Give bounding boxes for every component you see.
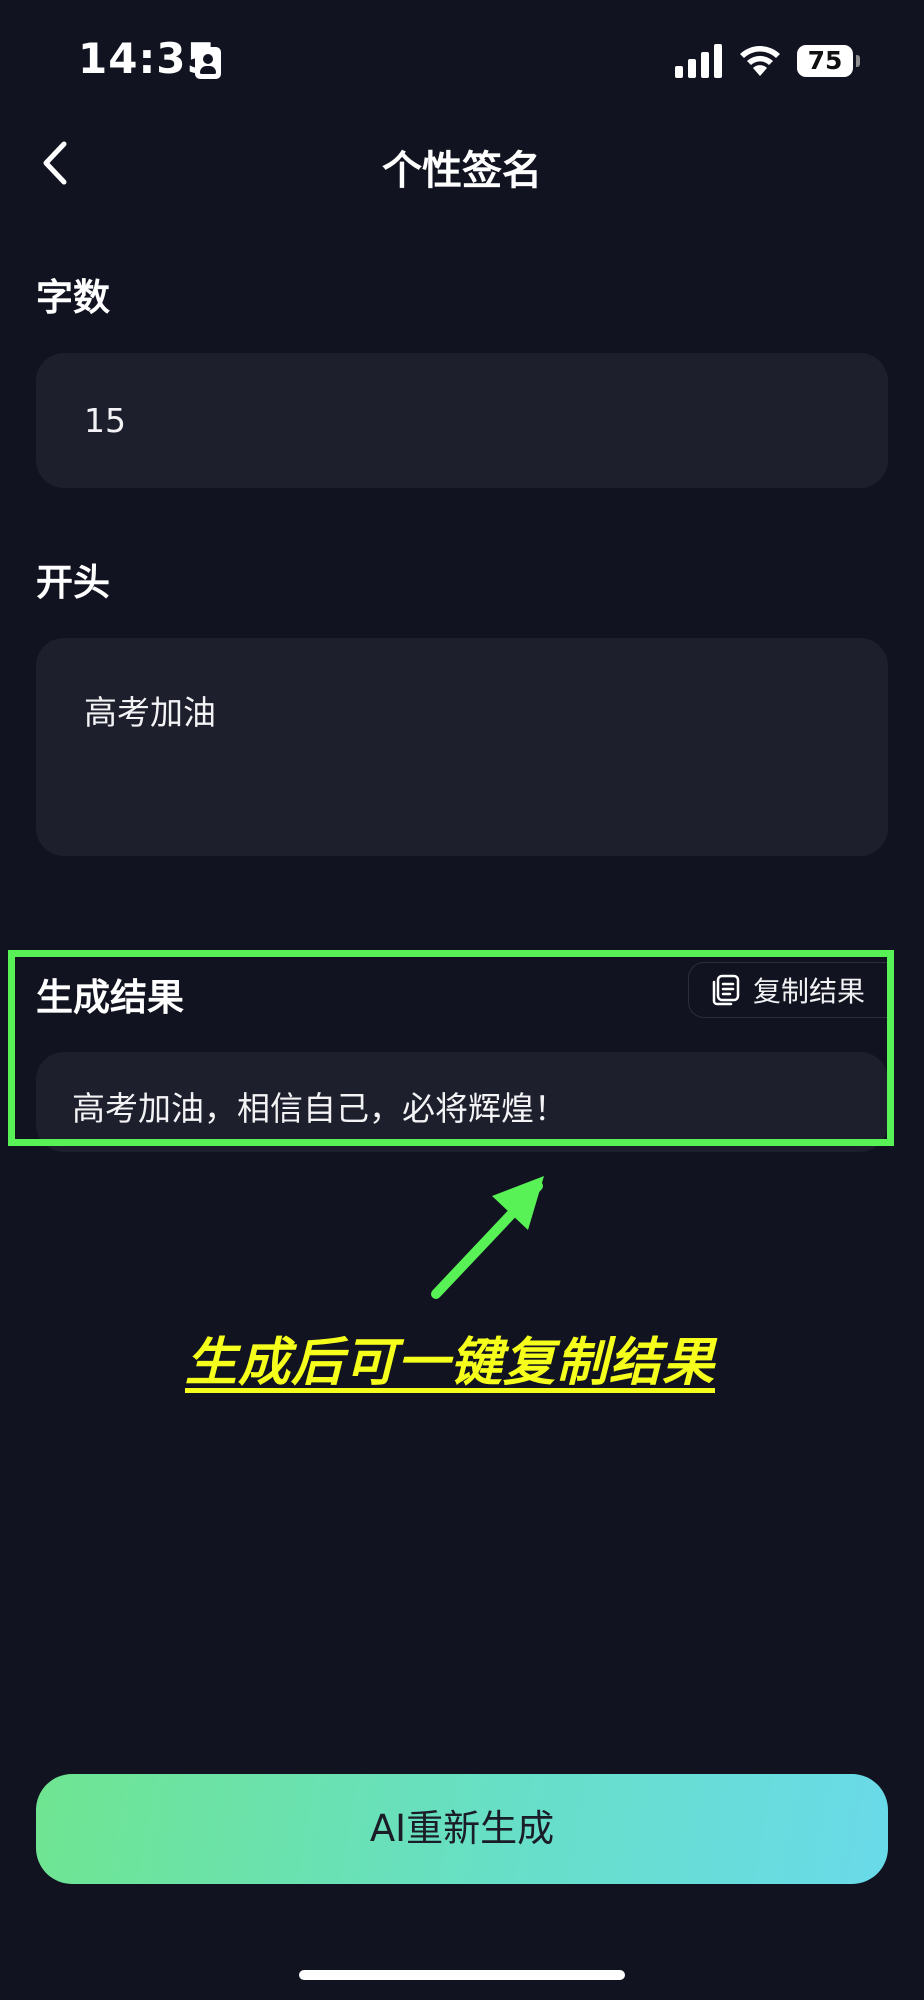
opening-label: 开头	[36, 561, 110, 604]
word-count-field[interactable]: 15	[36, 353, 888, 488]
opening-textarea[interactable]: 高考加油	[36, 638, 888, 856]
cellular-signal-icon	[675, 44, 723, 78]
word-count-value: 15	[84, 401, 126, 440]
result-highlight-box	[8, 950, 894, 1146]
word-count-label: 字数	[36, 276, 110, 319]
ai-regenerate-button[interactable]: AI重新生成	[36, 1774, 888, 1884]
battery-indicator: 75	[797, 45, 853, 77]
page-title: 个性签名	[382, 148, 542, 194]
contact-card-icon	[195, 47, 221, 79]
opening-value: 高考加油	[84, 693, 216, 732]
home-indicator[interactable]	[299, 1970, 625, 1980]
annotation-callout: 生成后可一键复制结果	[184, 1333, 715, 1393]
wifi-icon	[740, 46, 780, 76]
battery-cap	[856, 55, 860, 67]
pointer-arrow-icon	[431, 1176, 544, 1299]
